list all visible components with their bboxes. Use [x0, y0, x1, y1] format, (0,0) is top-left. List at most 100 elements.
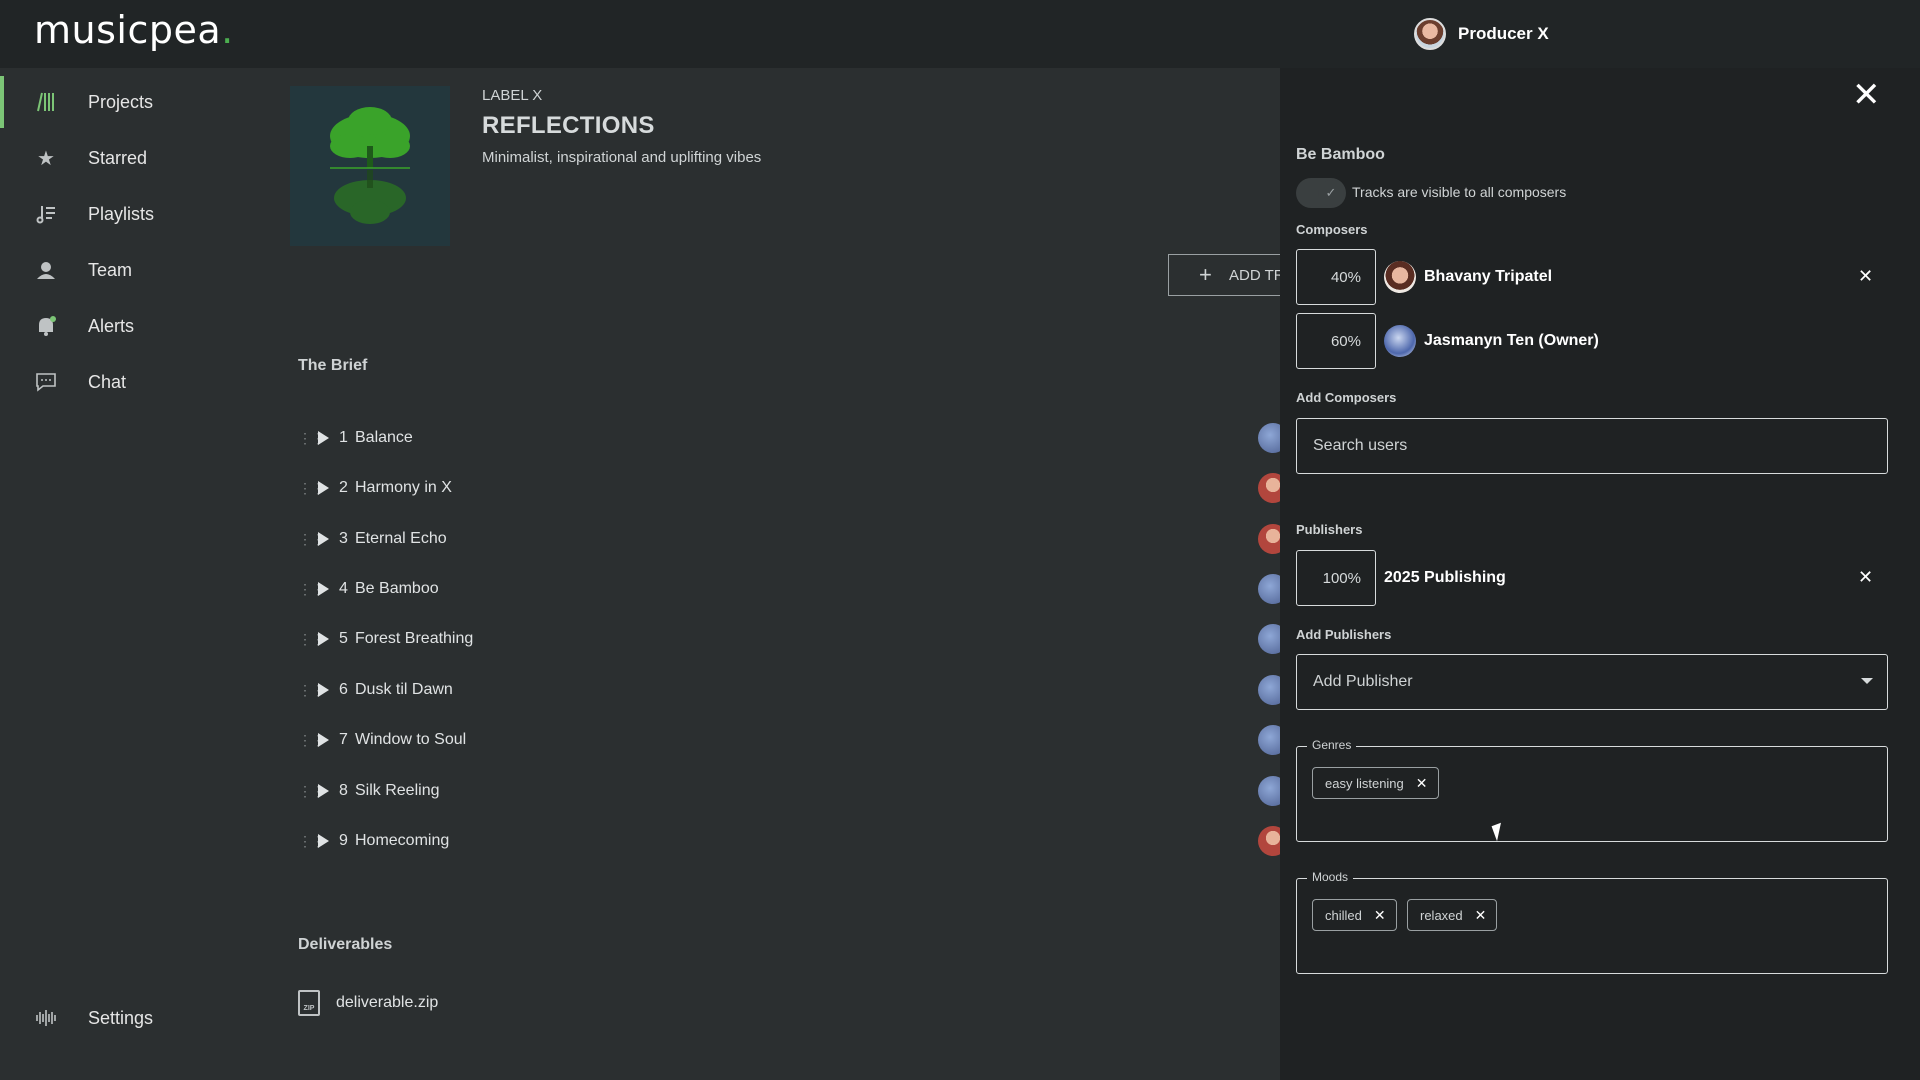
composers-label: Composers: [1296, 222, 1368, 237]
project-label: LABEL X: [482, 87, 543, 104]
search-input[interactable]: [1313, 437, 1887, 455]
drag-handle-icon[interactable]: ⋮⋮: [298, 784, 325, 798]
add-publishers-label: Add Publishers: [1296, 627, 1392, 642]
play-icon[interactable]: [318, 532, 329, 546]
sidebar-item-settings[interactable]: Settings: [0, 992, 260, 1044]
drag-handle-icon[interactable]: ⋮⋮: [298, 431, 325, 445]
play-icon[interactable]: [318, 481, 329, 495]
sidebar: Projects ★ Starred Playlists Team Alerts…: [0, 68, 260, 1080]
track-row[interactable]: ⋮⋮ 8 Silk Reeling: [298, 776, 439, 806]
track-row[interactable]: ⋮⋮ 6 Dusk til Dawn: [298, 675, 453, 705]
add-tracks-label: ADD TRA: [1229, 266, 1280, 284]
track-name: Eternal Echo: [355, 530, 447, 547]
moods-label: Moods: [1307, 870, 1354, 884]
logo-dot: .: [221, 8, 234, 52]
remove-publisher-icon[interactable]: ✕: [1858, 567, 1873, 588]
check-icon: ✓: [1318, 180, 1344, 206]
composer-name: Jasmanyn Ten (Owner): [1424, 332, 1599, 349]
projects-icon: [34, 90, 58, 114]
add-publisher-select[interactable]: Add Publisher: [1296, 654, 1888, 710]
play-icon[interactable]: [318, 834, 329, 848]
zip-file-icon: ZIP: [298, 990, 320, 1016]
avatar: [1414, 18, 1446, 50]
add-composers-label: Add Composers: [1296, 390, 1397, 405]
track-row[interactable]: ⋮⋮ 9 Homecoming: [298, 826, 449, 856]
genres-field[interactable]: Genres easy listening ✕: [1296, 738, 1888, 842]
publisher-share-input[interactable]: 100%: [1296, 550, 1376, 606]
logo-text: musicpea: [34, 8, 222, 52]
visibility-toggle-label: Tracks are visible to all composers: [1352, 184, 1567, 200]
track-name: Forest Breathing: [355, 630, 474, 647]
track-row[interactable]: ⋮⋮ 2 Harmony in X: [298, 473, 452, 503]
settings-icon: [34, 1006, 58, 1030]
track-row[interactable]: ⋮⋮ 1 Balance: [298, 423, 413, 453]
play-icon[interactable]: [318, 733, 329, 747]
chip-remove-icon[interactable]: ✕: [1475, 907, 1487, 924]
genre-chip: easy listening ✕: [1312, 767, 1439, 799]
app-logo[interactable]: musicpea.: [34, 8, 234, 52]
track-number: 7: [339, 731, 348, 748]
sidebar-item-starred[interactable]: ★ Starred: [0, 132, 260, 184]
remove-composer-icon[interactable]: ✕: [1858, 266, 1873, 287]
chip-remove-icon[interactable]: ✕: [1374, 907, 1386, 924]
play-icon[interactable]: [318, 683, 329, 697]
search-users-field[interactable]: [1296, 418, 1888, 474]
drag-handle-icon[interactable]: ⋮⋮: [298, 632, 325, 646]
track-row[interactable]: ⋮⋮ 3 Eternal Echo: [298, 524, 447, 554]
zip-icon-text: ZIP: [303, 1005, 315, 1012]
sidebar-item-alerts[interactable]: Alerts: [0, 300, 260, 352]
sidebar-item-chat[interactable]: Chat: [0, 356, 260, 408]
composer-share-input[interactable]: 60%: [1296, 313, 1376, 369]
chevron-down-icon: [1861, 678, 1873, 684]
track-number: 5: [339, 630, 348, 647]
chat-icon: [34, 370, 58, 394]
track-name: Harmony in X: [355, 479, 452, 496]
drag-handle-icon[interactable]: ⋮⋮: [298, 481, 325, 495]
track-row[interactable]: ⋮⋮ 5 Forest Breathing: [298, 624, 473, 654]
sidebar-item-label: Chat: [88, 371, 127, 392]
track-name: Homecoming: [355, 832, 450, 849]
user-menu[interactable]: Producer X: [1414, 18, 1549, 50]
play-icon[interactable]: [318, 431, 329, 445]
drag-handle-icon[interactable]: ⋮⋮: [298, 532, 325, 546]
mood-chip: chilled ✕: [1312, 899, 1397, 931]
track-number: 8: [339, 782, 348, 799]
visibility-toggle[interactable]: ✓: [1296, 178, 1346, 208]
drag-handle-icon[interactable]: ⋮⋮: [298, 733, 325, 747]
drag-handle-icon[interactable]: ⋮⋮: [298, 683, 325, 697]
playlist-icon: [34, 202, 58, 226]
star-icon: ★: [37, 147, 55, 170]
play-icon[interactable]: [318, 632, 329, 646]
composer-share-input[interactable]: 40%: [1296, 249, 1376, 305]
play-icon[interactable]: [318, 582, 329, 596]
sidebar-item-label: Settings: [88, 1007, 154, 1028]
top-bar: musicpea. Producer X: [0, 0, 1920, 68]
drag-handle-icon[interactable]: ⋮⋮: [298, 582, 325, 596]
track-number: 9: [339, 832, 348, 849]
sidebar-item-team[interactable]: Team: [0, 244, 260, 296]
drag-handle-icon[interactable]: ⋮⋮: [298, 834, 325, 848]
add-tracks-button[interactable]: + ADD TRA: [1168, 254, 1280, 296]
track-name: Window to Soul: [355, 731, 467, 748]
play-icon[interactable]: [318, 784, 329, 798]
deliverable-filename: deliverable.zip: [336, 994, 439, 1011]
avatar: [1384, 325, 1416, 357]
track-name: Silk Reeling: [355, 782, 440, 799]
sidebar-item-label: Starred: [88, 147, 148, 168]
track-row[interactable]: ⋮⋮ 7 Window to Soul: [298, 725, 466, 755]
team-icon: [34, 258, 58, 282]
brief-title: The Brief: [298, 357, 368, 374]
sidebar-item-label: Playlists: [88, 203, 155, 224]
track-number: 6: [339, 681, 348, 698]
deliverables-title: Deliverables: [298, 936, 393, 953]
track-row[interactable]: ⋮⋮ 4 Be Bamboo: [298, 574, 439, 604]
deliverable-file[interactable]: ZIP deliverable.zip: [298, 990, 438, 1016]
plus-icon: +: [1199, 262, 1212, 287]
chip-remove-icon[interactable]: ✕: [1416, 775, 1428, 792]
user-name: Producer X: [1458, 24, 1549, 43]
close-icon[interactable]: ✕: [1852, 78, 1881, 112]
sidebar-item-playlists[interactable]: Playlists: [0, 188, 260, 240]
page-title: REFLECTIONS: [482, 112, 655, 139]
sidebar-item-projects[interactable]: Projects: [0, 76, 260, 128]
moods-field[interactable]: Moods chilled ✕ relaxed ✕: [1296, 870, 1888, 974]
